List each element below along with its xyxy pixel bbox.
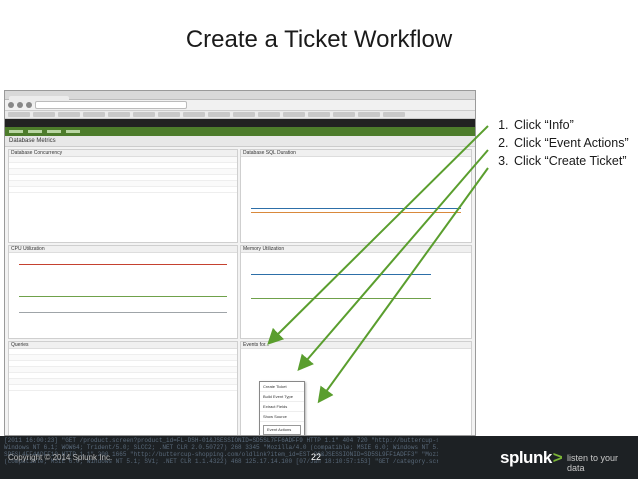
slide-footer: [2011 16:00:23] "GET /product.screen?pro…: [0, 436, 638, 479]
callout-arrows: [267, 125, 489, 404]
tagline: listen to your data: [567, 453, 619, 473]
arrow-create-ticket: [317, 167, 489, 404]
log-line: Windows NT 6.1; WOW64; Trident/5.0; SLCC…: [4, 444, 438, 451]
logo-chevron: >: [552, 448, 563, 467]
logo-wordmark: splunk: [500, 448, 552, 467]
splunk-logo: splunk>: [500, 448, 563, 468]
arrow-event-actions: [297, 149, 489, 372]
copyright-text: Copyright © 2014 Splunk Inc.: [8, 453, 113, 462]
log-line: [2011 16:00:23] "GET /product.screen?pro…: [4, 437, 438, 444]
page-number: 22: [311, 452, 322, 462]
arrow-info: [267, 125, 489, 345]
